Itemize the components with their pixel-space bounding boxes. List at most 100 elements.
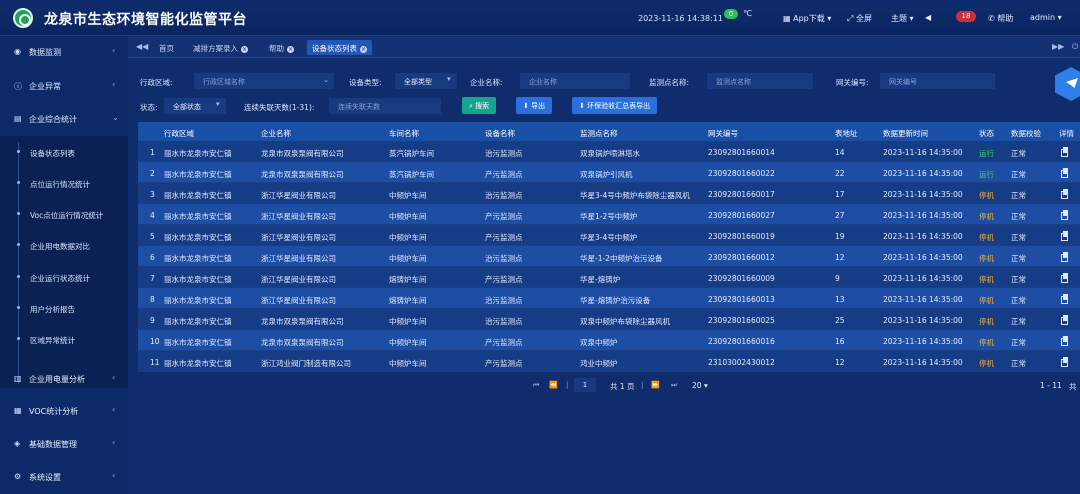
column-header[interactable]: 企业名称 — [261, 128, 291, 139]
help-button[interactable]: ✆ 帮助 — [988, 13, 1013, 24]
gauge-icon: ◉ — [14, 47, 21, 56]
details-copy-icon[interactable] — [1061, 168, 1069, 178]
chevron-left-icon: ‹ — [112, 80, 116, 89]
first-page-icon[interactable]: ⏮ — [533, 381, 539, 390]
sidebar-item-company-stats[interactable]: ▤ 企业综合统计 ⌄ — [0, 103, 128, 133]
submenu-item-power-compare[interactable]: 企业用电数据对比 — [0, 229, 128, 259]
details-copy-icon[interactable] — [1061, 210, 1069, 220]
lost-days-input[interactable]: 连续失联天数 — [329, 98, 441, 114]
column-header[interactable]: 详情 — [1059, 128, 1074, 139]
gateway-input[interactable]: 网关编号 — [880, 73, 995, 89]
page-size-select[interactable]: 20 ▾ — [692, 381, 708, 390]
close-icon[interactable]: × — [241, 46, 248, 53]
details-copy-icon[interactable] — [1061, 231, 1069, 241]
close-icon[interactable]: × — [360, 46, 367, 53]
sidebar-item-data-monitoring[interactable]: ◉ 数据监测 ‹ — [0, 36, 128, 66]
submenu-item-region-abnormal[interactable]: 区域异常统计 — [0, 323, 128, 353]
status-cell: 运行 — [979, 149, 994, 158]
theme-button[interactable]: 主题 ▾ — [891, 13, 914, 24]
page-number-input[interactable]: 1 — [574, 378, 596, 392]
app-download-button[interactable]: ▦ App下载 ▾ — [783, 13, 831, 24]
fullscreen-button[interactable]: ⤢ 全屏 — [847, 13, 872, 24]
tab-home[interactable]: 首页 — [154, 40, 179, 55]
prev-page-icon[interactable]: ⏪ — [549, 381, 558, 389]
env-summary-export-button[interactable]: ⬇ 环保验收汇总表导出 — [572, 97, 658, 114]
column-header[interactable]: 行政区域 — [164, 128, 194, 139]
device-cell: 治污监测点 — [485, 317, 523, 326]
sidebar-item-company-abnormal[interactable]: ⓘ 企业异常 ‹ — [0, 70, 128, 100]
column-header[interactable]: 数据更新时间 — [883, 128, 928, 139]
status-cell: 运行 — [979, 170, 994, 179]
next-page-icon[interactable]: ⏩ — [651, 381, 660, 389]
submenu-item-voc-stats[interactable]: Voc点位运行情况统计 — [0, 198, 128, 228]
column-header[interactable]: 车间名称 — [389, 128, 419, 139]
details-copy-icon[interactable] — [1061, 294, 1069, 304]
tabs-scroll-left-icon[interactable]: ◀◀ — [136, 42, 148, 51]
table-row[interactable]: 1 丽水市龙泉市安仁镇 龙泉市双泉泵阀有限公司 蒸汽锅炉车间 治污监测点 双泉锅炉喷淋塔水… — [138, 141, 1080, 162]
table-row[interactable]: 5 丽水市龙泉市安仁镇 浙江华星阀业有限公司 中频炉车间 产污监测点 华星3-4号中频炉 2… — [138, 225, 1080, 246]
data-check-cell: 正常 — [1011, 338, 1026, 347]
table-row[interactable]: 7 丽水市龙泉市安仁镇 浙江华星阀业有限公司 熔铸炉车间 产污监测点 华星-熔铸炉 2309… — [138, 267, 1080, 288]
collapse-left-icon[interactable]: ◀ — [925, 13, 931, 22]
tab-emission-plan[interactable]: 减排方案录入 × — [188, 40, 253, 55]
company-cell: 浙江华星阀业有限公司 — [261, 275, 336, 284]
column-header[interactable]: 数据校验 — [1011, 128, 1041, 139]
caret-down-icon: ▾ — [216, 100, 220, 108]
region-select[interactable]: 行政区域名称 — [194, 73, 334, 89]
table-row[interactable]: 10 丽水市龙泉市安仁镇 龙泉市双泉泵阀有限公司 中频炉车间 产污监测点 双泉中频炉 230… — [138, 330, 1080, 351]
column-header[interactable]: 监测点名称 — [580, 128, 618, 139]
column-header[interactable]: 状态 — [979, 128, 994, 139]
column-header[interactable]: 网关编号 — [708, 128, 738, 139]
column-header[interactable]: 表地址 — [835, 128, 858, 139]
record-range: 1 - 11 — [1040, 381, 1062, 390]
sidebar-item-voc-analysis[interactable]: ▦ VOC统计分析 ‹ — [0, 395, 128, 425]
details-copy-icon[interactable] — [1061, 336, 1069, 346]
details-copy-icon[interactable] — [1061, 315, 1069, 325]
table-row[interactable]: 6 丽水市龙泉市安仁镇 浙江华星阀业有限公司 中频炉车间 治污监测点 华星-1-2中频炉治… — [138, 246, 1080, 267]
fullscreen-icon: ⤢ — [847, 14, 854, 23]
column-header[interactable]: 设备名称 — [485, 128, 515, 139]
user-menu[interactable]: admin ▾ — [1030, 13, 1062, 22]
row-number: 9 — [150, 316, 155, 325]
update-time-cell: 2023-11-16 14:35:00 — [883, 337, 963, 346]
table-row[interactable]: 8 丽水市龙泉市安仁镇 浙江华星阀业有限公司 熔铸炉车间 治污监测点 华星-熔铸炉治污设备… — [138, 288, 1080, 309]
status-cell: 停机 — [979, 317, 994, 326]
submenu-item-user-report[interactable]: 用户分析报告 — [0, 292, 128, 322]
company-input[interactable]: 企业名称 — [520, 73, 630, 89]
details-copy-icon[interactable] — [1061, 357, 1069, 367]
tab-help[interactable]: 帮助 × — [264, 40, 299, 55]
details-copy-icon[interactable] — [1061, 189, 1069, 199]
details-copy-icon[interactable] — [1061, 252, 1069, 262]
table-row[interactable]: 4 丽水市龙泉市安仁镇 浙江华星阀业有限公司 中频炉车间 产污监测点 华星1-2号中频炉 2… — [138, 204, 1080, 225]
sidebar-item-power-analysis[interactable]: ▥ 企业用电量分析 ‹ — [0, 363, 128, 393]
close-icon[interactable]: × — [287, 46, 294, 53]
company-cell: 龙泉市双泉泵阀有限公司 — [261, 149, 344, 158]
sidebar-item-base-data[interactable]: ◈ 基础数据管理 ‹ — [0, 428, 128, 458]
table-row[interactable]: 11 丽水市龙泉市安仁镇 浙江鸿业阀门制造有限公司 中频炉车间 产污监测点 鸿业中频炉 23… — [138, 351, 1080, 372]
total-pages: 共 1 页 — [610, 382, 635, 391]
monitor-point-input[interactable]: 监测点名称 — [707, 73, 813, 89]
tabs-menu-icon[interactable]: ⏻ — [1072, 42, 1078, 52]
last-page-icon[interactable]: ⏭ — [671, 381, 677, 390]
details-copy-icon[interactable] — [1061, 273, 1069, 283]
table-row[interactable]: 2 丽水市龙泉市安仁镇 龙泉市双泉泵阀有限公司 蒸汽锅炉车间 产污监测点 双泉锅炉引风机 2… — [138, 162, 1080, 183]
tab-device-status[interactable]: 设备状态列表 × — [307, 40, 372, 55]
details-copy-icon[interactable] — [1061, 147, 1069, 157]
submenu-item-run-status[interactable]: 企业运行状态统计 — [0, 261, 128, 291]
alert-count-badge[interactable]: 18 — [956, 11, 976, 22]
workshop-cell: 中频炉车间 — [389, 317, 427, 326]
table-row[interactable]: 9 丽水市龙泉市安仁镇 龙泉市双泉泵阀有限公司 中频炉车间 治污监测点 双泉中频炉布袋除尘… — [138, 309, 1080, 330]
search-button[interactable]: ⌕ 搜索 — [462, 97, 497, 114]
table-row[interactable]: 3 丽水市龙泉市安仁镇 浙江华星阀业有限公司 中频炉车间 治污监测点 华星3-4号中频炉布… — [138, 183, 1080, 204]
device-status-table: 行政区域 企业名称 车间名称 设备名称 监测点名称 网关编号 表地址 数据更新时… — [138, 122, 1080, 372]
tabs-scroll-right-icon[interactable]: ▶▶ — [1052, 42, 1064, 51]
sidebar-item-settings[interactable]: ⚙ 系统设置 ‹ — [0, 461, 128, 491]
app-title: 龙泉市生态环境智能化监管平台 — [44, 12, 247, 28]
gateway-cell: 23103002430012 — [708, 358, 775, 367]
submenu-item-device-status[interactable]: 设备状态列表 — [0, 136, 128, 166]
submenu-item-point-stats[interactable]: 点位运行情况统计 — [0, 167, 128, 197]
gateway-cell: 23092801660012 — [708, 253, 775, 262]
row-number: 3 — [150, 190, 155, 199]
export-button[interactable]: ⬇ 导出 — [516, 97, 553, 114]
gateway-cell: 23092801660014 — [708, 148, 775, 157]
